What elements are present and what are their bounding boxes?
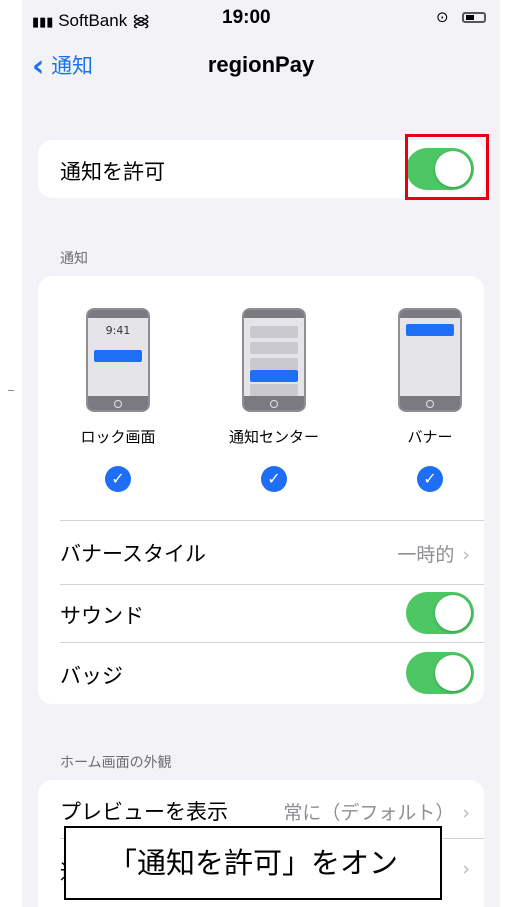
status-bar: ▮▮▮ SoftBank ᯼ 19:00 ⊙ xyxy=(22,0,500,40)
allow-notifications-label: 通知を許可 xyxy=(60,160,165,184)
lock-screen-preview[interactable]: 9:41 xyxy=(86,308,150,412)
toggle-knob xyxy=(435,595,471,631)
carrier-name: SoftBank xyxy=(58,11,128,30)
style-label-notification-center: 通知センター xyxy=(228,428,319,446)
preview-notification-bar xyxy=(250,370,298,382)
signal-icon: ▮▮▮ xyxy=(32,14,54,29)
show-previews-label: プレビューを表示 xyxy=(60,800,228,824)
style-label-lock-screen: ロック画面 xyxy=(80,428,156,446)
preview-notification-bar xyxy=(406,324,454,336)
page-title: regionPay xyxy=(207,52,315,77)
badge-label: バッジ xyxy=(60,664,123,688)
checkmark-icon[interactable]: ✓ xyxy=(417,466,443,492)
badge-toggle[interactable] xyxy=(406,652,474,694)
banner-style-value: 一時的 › xyxy=(397,544,470,566)
chevron-right-icon: › xyxy=(462,802,470,824)
status-time: 19:00 xyxy=(222,7,271,28)
show-previews-value: 常に（デフォルト） › xyxy=(283,802,470,824)
divider xyxy=(60,520,484,521)
banner-style-label: バナースタイル xyxy=(60,542,206,566)
divider xyxy=(60,642,484,643)
notification-grouping-chevron: › xyxy=(454,858,470,880)
section-header-notifications: 通知 xyxy=(60,251,88,267)
highlight-box xyxy=(405,134,489,200)
callout-annotation: 「通知を許可」をオン xyxy=(64,826,442,900)
sound-label: サウンド xyxy=(60,604,144,628)
section-header-home-screen: ホーム画面の外観 xyxy=(60,755,172,771)
ios-settings-screen: ▮▮▮ SoftBank ᯼ 19:00 ⊙ ‹ 通知 regionPay 通知… xyxy=(22,0,500,907)
battery-icon xyxy=(462,12,486,23)
sound-toggle[interactable] xyxy=(406,592,474,634)
navigation-bar: ‹ 通知 regionPay xyxy=(22,44,500,84)
banner-preview[interactable] xyxy=(398,308,462,412)
divider xyxy=(60,584,484,585)
checkmark-icon[interactable]: ✓ xyxy=(261,466,287,492)
wifi-icon: ᯼ xyxy=(131,11,151,30)
checkmark-icon[interactable]: ✓ xyxy=(105,466,131,492)
style-label-banner: バナー xyxy=(407,428,453,446)
preview-notification-bar xyxy=(94,350,142,362)
carrier-label: ▮▮▮ SoftBank ᯼ xyxy=(32,8,150,31)
preview-time: 9:41 xyxy=(105,324,131,337)
notification-center-preview[interactable] xyxy=(242,308,306,412)
notifications-card: 9:41 ロック画面 ✓ 通知センター ✓ バナー ✓ バナースタイル 一時的 … xyxy=(38,276,484,704)
chevron-right-icon: › xyxy=(462,858,470,880)
chevron-right-icon: › xyxy=(462,544,470,566)
edge-mark xyxy=(8,390,14,391)
rotation-lock-icon: ⊙ xyxy=(436,8,449,26)
toggle-knob xyxy=(435,655,471,691)
